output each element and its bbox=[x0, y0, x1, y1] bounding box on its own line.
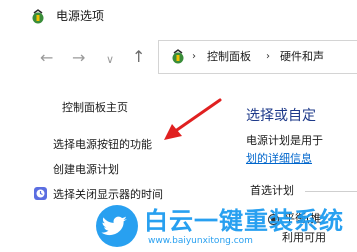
up-button[interactable]: ↑ bbox=[132, 49, 145, 65]
page-description: 电源计划是用于 bbox=[246, 134, 323, 147]
control-panel-icon bbox=[170, 49, 186, 65]
window-title: 电源选项 bbox=[56, 9, 105, 23]
breadcrumb-control-panel[interactable]: 控制面板 bbox=[207, 50, 251, 64]
sidebar-item-power-buttons[interactable]: 选择电源按钮的功能 bbox=[53, 138, 152, 152]
watermark-text: 白云一键重装系统 bbox=[144, 207, 344, 235]
twitter-bird-logo bbox=[96, 205, 138, 247]
page-heading: 选择或自定 bbox=[246, 108, 316, 124]
shield-clock-icon bbox=[33, 186, 48, 201]
breadcrumb-hardware-sound[interactable]: 硬件和声 bbox=[280, 50, 357, 64]
breadcrumb-separator: › bbox=[266, 51, 270, 62]
sidebar-item-create-plan[interactable]: 创建电源计划 bbox=[53, 163, 119, 177]
sidebar-item-control-panel-home[interactable]: 控制面板主页 bbox=[62, 101, 128, 115]
section-divider bbox=[305, 191, 357, 192]
watermark-url: www.baiyunxitong.com bbox=[148, 236, 253, 246]
title-bar bbox=[0, 0, 357, 34]
annotation-arrow bbox=[164, 98, 222, 140]
breadcrumb-separator: › bbox=[192, 51, 196, 62]
recent-locations-button[interactable]: ∨ bbox=[106, 52, 114, 68]
forward-button[interactable]: → bbox=[72, 50, 85, 66]
back-button[interactable]: ← bbox=[40, 50, 53, 66]
sidebar-item-display-off[interactable]: 选择关闭显示器的时间 bbox=[53, 188, 163, 202]
plan-details-link[interactable]: 划的详细信息 bbox=[246, 152, 312, 166]
power-options-icon bbox=[30, 9, 46, 25]
preferred-plans-label: 首选计划 bbox=[250, 184, 294, 197]
